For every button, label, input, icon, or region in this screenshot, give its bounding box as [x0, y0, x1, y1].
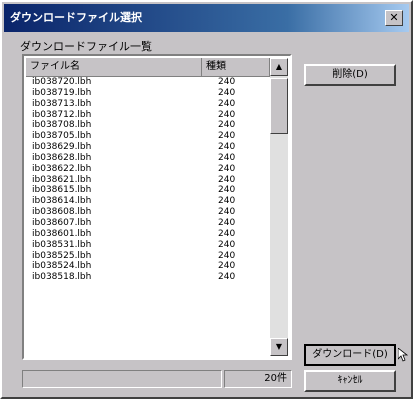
file-name: ib038601.lbh [32, 228, 92, 239]
file-name: ib038719.lbh [32, 87, 92, 98]
list-item[interactable]: ib038713.lbh 240 [26, 99, 270, 110]
file-name: ib038525.lbh [32, 250, 92, 261]
file-type: 240 [218, 87, 236, 98]
list-item[interactable]: ib038712.lbh 240 [26, 110, 270, 121]
file-name: ib038518.lbh [32, 272, 92, 283]
list-item[interactable]: ib038621.lbh 240 [26, 175, 270, 186]
mouse-pointer-icon [398, 348, 408, 362]
file-type: 240 [218, 152, 236, 163]
download-file-dialog: ダウンロードファイル選択 ✕ ダウンロードファイル一覧 ファイル名 種類 ib0… [0, 0, 413, 399]
scroll-thumb[interactable] [270, 78, 288, 134]
file-name: ib038524.lbh [32, 261, 92, 272]
arrow-down-icon: ▼ [275, 342, 283, 351]
file-list-label: ダウンロードファイル一覧 [20, 40, 152, 53]
window-title: ダウンロードファイル選択 [10, 11, 142, 24]
list-item[interactable]: ib038719.lbh 240 [26, 88, 270, 99]
file-type: 240 [218, 207, 236, 218]
cancel-button[interactable]: ｷｬﾝｾﾙ [304, 370, 396, 392]
file-type: 240 [218, 109, 236, 120]
file-name: ib038614.lbh [32, 196, 92, 207]
file-type: 240 [218, 163, 236, 174]
list-item[interactable]: ib038531.lbh 240 [26, 240, 270, 251]
file-name: ib038705.lbh [32, 131, 92, 142]
list-item[interactable]: ib038628.lbh 240 [26, 153, 270, 164]
file-type: 240 [218, 142, 236, 153]
list-item[interactable]: ib038524.lbh 240 [26, 261, 270, 272]
file-name: ib038615.lbh [32, 185, 92, 196]
file-name: ib038712.lbh [32, 109, 92, 120]
file-type: 240 [218, 261, 236, 272]
title-bar: ダウンロードファイル選択 ✕ [4, 4, 409, 32]
file-type: 240 [218, 120, 236, 131]
column-header-type[interactable]: 種類 [202, 58, 270, 76]
list-item[interactable]: ib038629.lbh 240 [26, 142, 270, 153]
arrow-up-icon: ▲ [275, 62, 283, 71]
list-item[interactable]: ib038622.lbh 240 [26, 164, 270, 175]
file-name: ib038621.lbh [32, 174, 92, 185]
file-type: 240 [218, 98, 236, 109]
file-type: 240 [218, 196, 236, 207]
file-name: ib038720.lbh [32, 77, 92, 87]
scroll-down-button[interactable]: ▼ [270, 338, 288, 356]
column-header-filename[interactable]: ファイル名 [26, 58, 202, 76]
file-type: 240 [218, 239, 236, 250]
list-header: ファイル名 種類 [26, 58, 270, 77]
list-item[interactable]: ib038615.lbh 240 [26, 185, 270, 196]
file-type: 240 [218, 272, 236, 283]
status-field [22, 370, 222, 388]
list-rows: ib038720.lbh 240 ib038719.lbh 240 ib038713.l… [26, 77, 270, 357]
file-name: ib038713.lbh [32, 98, 92, 109]
file-type: 240 [218, 250, 236, 261]
file-name: ib038628.lbh [32, 152, 92, 163]
file-name: ib038708.lbh [32, 120, 92, 131]
file-name: ib038607.lbh [32, 217, 92, 228]
file-type: 240 [218, 217, 236, 228]
file-type: 240 [218, 228, 236, 239]
delete-button[interactable]: 削除(D) [304, 64, 396, 86]
file-type: 240 [218, 131, 236, 142]
download-button[interactable]: ダウンロード(D) [304, 344, 396, 366]
file-list[interactable]: ファイル名 種類 ib038720.lbh 240 ib038719.lbh 240 i… [22, 54, 292, 360]
list-item[interactable]: ib038708.lbh 240 [26, 120, 270, 131]
list-item[interactable]: ib038614.lbh 240 [26, 196, 270, 207]
vertical-scrollbar[interactable]: ▲ ▼ [270, 58, 288, 356]
list-item[interactable]: ib038525.lbh 240 [26, 251, 270, 262]
file-type: 240 [218, 185, 236, 196]
list-item[interactable]: ib038601.lbh 240 [26, 229, 270, 240]
list-item[interactable]: ib038518.lbh 240 [26, 272, 270, 283]
close-icon: ✕ [389, 11, 399, 24]
scroll-up-button[interactable]: ▲ [270, 58, 288, 76]
list-item[interactable]: ib038705.lbh 240 [26, 131, 270, 142]
list-item[interactable]: ib038607.lbh 240 [26, 218, 270, 229]
file-type: 240 [218, 77, 236, 87]
file-type: 240 [218, 174, 236, 185]
file-name: ib038622.lbh [32, 163, 92, 174]
close-button[interactable]: ✕ [385, 10, 403, 26]
file-name: ib038629.lbh [32, 142, 92, 153]
file-name: ib038531.lbh [32, 239, 92, 250]
file-name: ib038608.lbh [32, 207, 92, 218]
list-item[interactable]: ib038608.lbh 240 [26, 207, 270, 218]
list-item[interactable]: ib038720.lbh 240 [26, 77, 270, 88]
file-count: 20件 [224, 370, 292, 388]
